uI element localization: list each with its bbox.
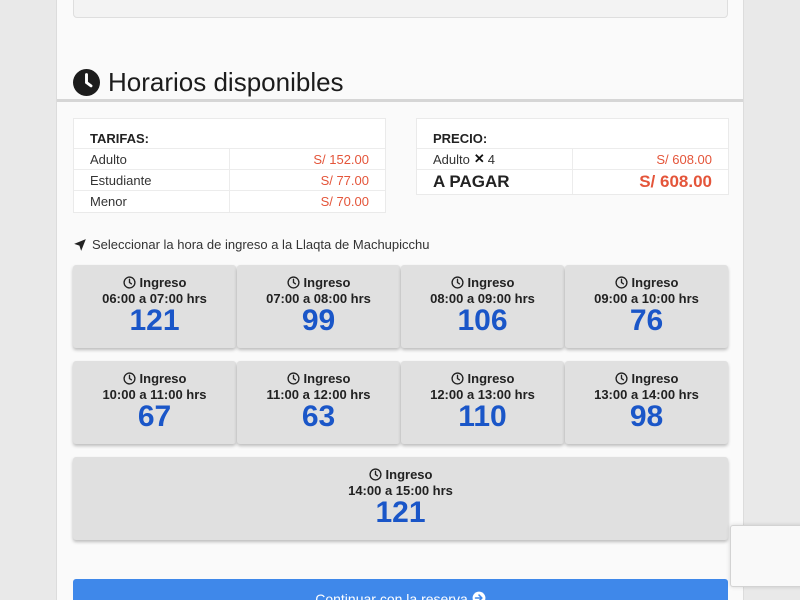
time-slot-button[interactable]: Ingreso 08:00 a 09:00 hrs 106 <box>401 265 564 348</box>
page-title: Horarios disponibles <box>108 66 344 97</box>
recaptcha-badge[interactable] <box>730 525 800 587</box>
clock-icon <box>450 372 464 385</box>
tarifas-table: TARIFAS: Adulto S/ 152.00 Estudiante S/ … <box>73 118 386 213</box>
time-slot-button[interactable]: Ingreso 07:00 a 08:00 hrs 99 <box>237 265 400 348</box>
precio-table: PRECIO: Adulto ✕ 4 S/ 608.00 A PAGAR S/ … <box>416 118 729 195</box>
table-row: Adulto ✕ 4 S/ 608.00 <box>417 149 728 170</box>
slot-available: 67 <box>137 400 172 433</box>
slot-label: Ingreso <box>467 275 515 290</box>
times-icon: ✕ <box>473 151 485 166</box>
total-label: A PAGAR <box>417 170 573 194</box>
continue-button[interactable]: Continuar con la reserva <box>73 579 728 600</box>
fare-price: S/ 77.00 <box>320 172 369 188</box>
slot-available: 76 <box>629 304 664 337</box>
time-slot-button[interactable]: Ingreso 06:00 a 07:00 hrs 121 <box>73 265 236 348</box>
fare-label: Menor <box>74 191 230 212</box>
fare-price: S/ 70.00 <box>320 194 369 209</box>
time-slot-button[interactable]: Ingreso 12:00 a 13:00 hrs 110 <box>401 361 564 444</box>
location-arrow-icon <box>74 238 86 251</box>
slot-label: Ingreso <box>303 275 351 290</box>
precio-header: PRECIO: <box>417 119 728 149</box>
clock-icon <box>73 68 100 96</box>
price-item-amount: S/ 608.00 <box>656 151 712 167</box>
clock-icon <box>450 276 464 289</box>
total-amount: S/ 608.00 <box>639 172 712 191</box>
instruction-text: Seleccionar la hora de ingreso a la Llaq… <box>92 237 430 252</box>
fare-label: Adulto <box>74 149 230 169</box>
clock-icon <box>122 276 136 289</box>
price-item-qty: 4 <box>487 151 496 167</box>
time-slot-button[interactable]: Ingreso 10:00 a 11:00 hrs 67 <box>73 361 236 444</box>
table-row: Estudiante S/ 77.00 <box>74 170 385 191</box>
section-heading: Horarios disponibles <box>73 64 344 100</box>
slot-label: Ingreso <box>139 275 187 290</box>
table-row: Adulto S/ 152.00 <box>74 149 385 170</box>
slot-label: Ingreso <box>303 371 351 386</box>
slot-label: Ingreso <box>385 467 433 482</box>
clock-icon <box>614 372 628 385</box>
slot-available: 121 <box>375 496 426 529</box>
time-slot-button[interactable]: Ingreso 14:00 a 15:00 hrs 121 <box>73 457 728 540</box>
clock-icon <box>286 276 300 289</box>
table-row: A PAGAR S/ 608.00 <box>417 170 728 194</box>
slot-label: Ingreso <box>139 371 187 386</box>
fare-price: S/ 152.00 <box>313 151 369 167</box>
slot-label: Ingreso <box>467 371 515 386</box>
clock-icon <box>122 372 136 385</box>
clock-icon <box>614 276 628 289</box>
instruction: Seleccionar la hora de ingreso a la Llaq… <box>73 237 430 252</box>
price-item: Adulto ✕ 4 <box>417 149 573 169</box>
time-slot-button[interactable]: Ingreso 11:00 a 12:00 hrs 63 <box>237 361 400 444</box>
time-slot-button[interactable]: Ingreso 09:00 a 10:00 hrs 76 <box>565 265 728 348</box>
slot-available: 110 <box>458 400 507 433</box>
previous-card <box>73 0 728 18</box>
slot-available: 98 <box>629 400 664 433</box>
slot-available: 99 <box>301 304 336 337</box>
slot-available: 63 <box>301 400 336 433</box>
slot-label: Ingreso <box>631 371 679 386</box>
time-slot-button[interactable]: Ingreso 13:00 a 14:00 hrs 98 <box>565 361 728 444</box>
slot-available: 121 <box>129 304 180 337</box>
table-row: Menor S/ 70.00 <box>74 191 385 212</box>
arrow-circle-right-icon <box>472 591 486 600</box>
slot-available: 106 <box>457 304 508 337</box>
price-item-label: Adulto <box>433 151 470 167</box>
tarifas-header: TARIFAS: <box>74 119 385 149</box>
content-panel: Horarios disponibles TARIFAS: Adulto S/ … <box>56 0 744 600</box>
fare-label: Estudiante <box>74 170 230 190</box>
clock-icon <box>286 372 300 385</box>
slot-label: Ingreso <box>631 275 679 290</box>
divider <box>57 99 743 102</box>
continue-button-label: Continuar con la reserva <box>315 591 468 600</box>
clock-icon <box>368 468 382 481</box>
